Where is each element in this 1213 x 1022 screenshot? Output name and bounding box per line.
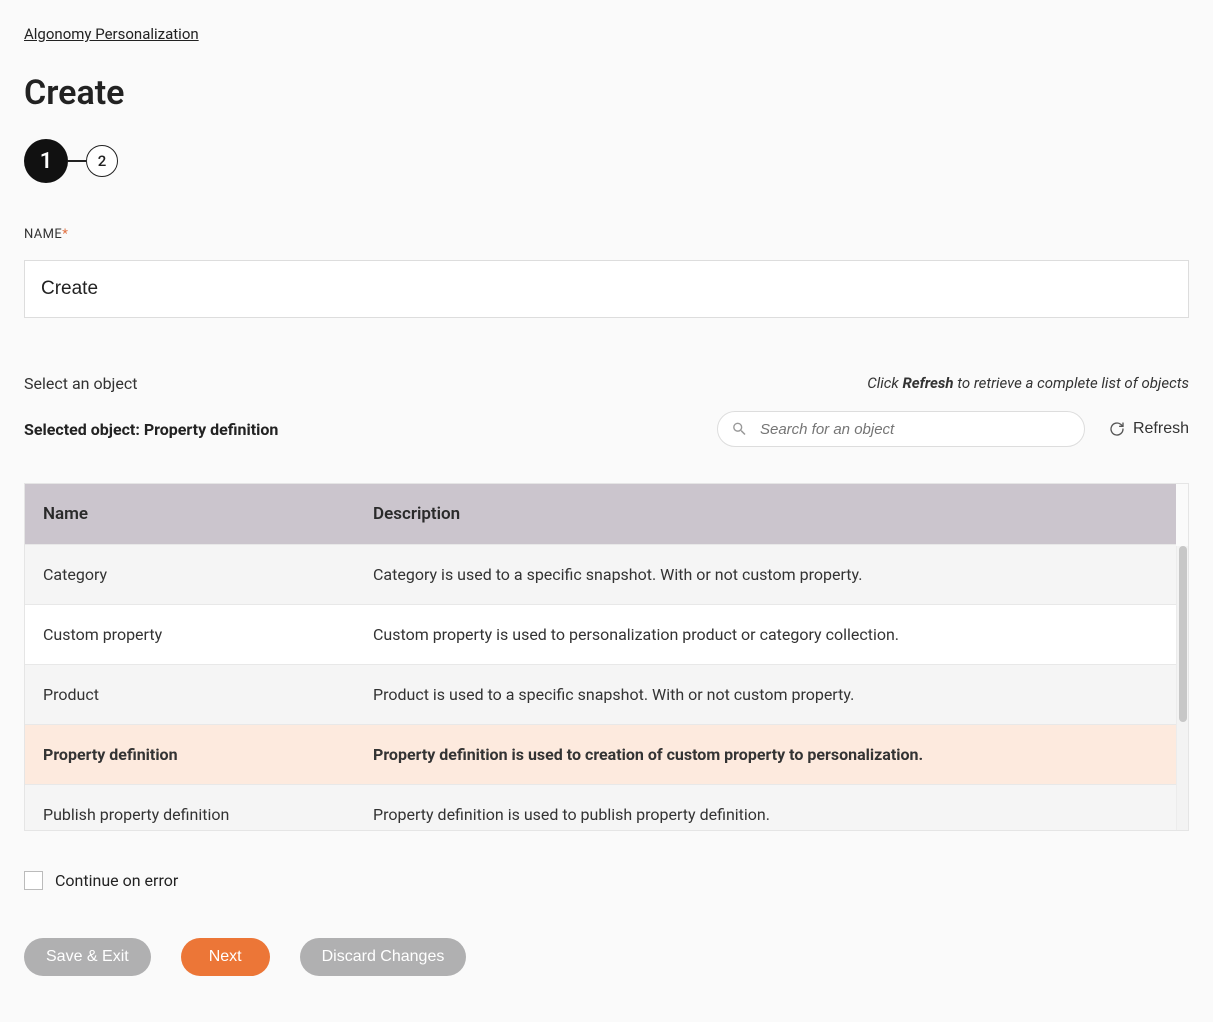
table-header-name: Name — [25, 484, 355, 545]
search-input[interactable] — [717, 411, 1085, 447]
table-cell-description: Product is used to a specific snapshot. … — [355, 665, 1176, 725]
search-icon — [731, 421, 748, 438]
object-table-wrapper: Name Description CategoryCategory is use… — [24, 483, 1189, 831]
table-cell-description: Category is used to a specific snapshot.… — [355, 545, 1176, 605]
table-row[interactable]: Property definitionProperty definition i… — [25, 725, 1176, 785]
table-cell-name: Product — [25, 665, 355, 725]
step-1[interactable]: 1 — [24, 139, 68, 183]
table-cell-name: Custom property — [25, 605, 355, 665]
table-row[interactable]: Publish property definitionProperty defi… — [25, 785, 1176, 831]
selected-object-label: Selected object: Property definition — [24, 420, 278, 439]
scrollbar[interactable] — [1176, 546, 1188, 830]
step-2[interactable]: 2 — [86, 145, 118, 177]
table-cell-description: Property definition is used to publish p… — [355, 785, 1176, 831]
table-cell-name: Property definition — [25, 725, 355, 785]
name-input[interactable] — [24, 260, 1189, 318]
page-title: Create — [24, 73, 1189, 113]
table-header-description: Description — [355, 484, 1176, 545]
table-row[interactable]: Custom propertyCustom property is used t… — [25, 605, 1176, 665]
step-connector — [68, 160, 86, 162]
refresh-button[interactable]: Refresh — [1109, 420, 1189, 438]
stepper: 1 2 — [24, 139, 1189, 183]
discard-button[interactable]: Discard Changes — [300, 938, 467, 976]
refresh-icon — [1109, 421, 1125, 437]
object-table: Name Description CategoryCategory is use… — [25, 484, 1176, 830]
next-button[interactable]: Next — [181, 938, 270, 976]
continue-on-error-label: Continue on error — [55, 871, 178, 890]
table-cell-name: Category — [25, 545, 355, 605]
name-field-label: NAME* — [24, 227, 1189, 242]
table-row[interactable]: ProductProduct is used to a specific sna… — [25, 665, 1176, 725]
refresh-hint: Click Refresh to retrieve a complete lis… — [867, 374, 1189, 392]
scrollbar-thumb[interactable] — [1179, 546, 1187, 722]
continue-on-error-checkbox[interactable] — [24, 871, 43, 890]
save-exit-button[interactable]: Save & Exit — [24, 938, 151, 976]
required-indicator: * — [62, 227, 68, 242]
table-cell-description: Property definition is used to creation … — [355, 725, 1176, 785]
table-cell-description: Custom property is used to personalizati… — [355, 605, 1176, 665]
select-object-label: Select an object — [24, 374, 137, 393]
refresh-button-label: Refresh — [1133, 420, 1189, 438]
breadcrumb-link[interactable]: Algonomy Personalization — [24, 25, 199, 43]
table-cell-name: Publish property definition — [25, 785, 355, 831]
table-row[interactable]: CategoryCategory is used to a specific s… — [25, 545, 1176, 605]
